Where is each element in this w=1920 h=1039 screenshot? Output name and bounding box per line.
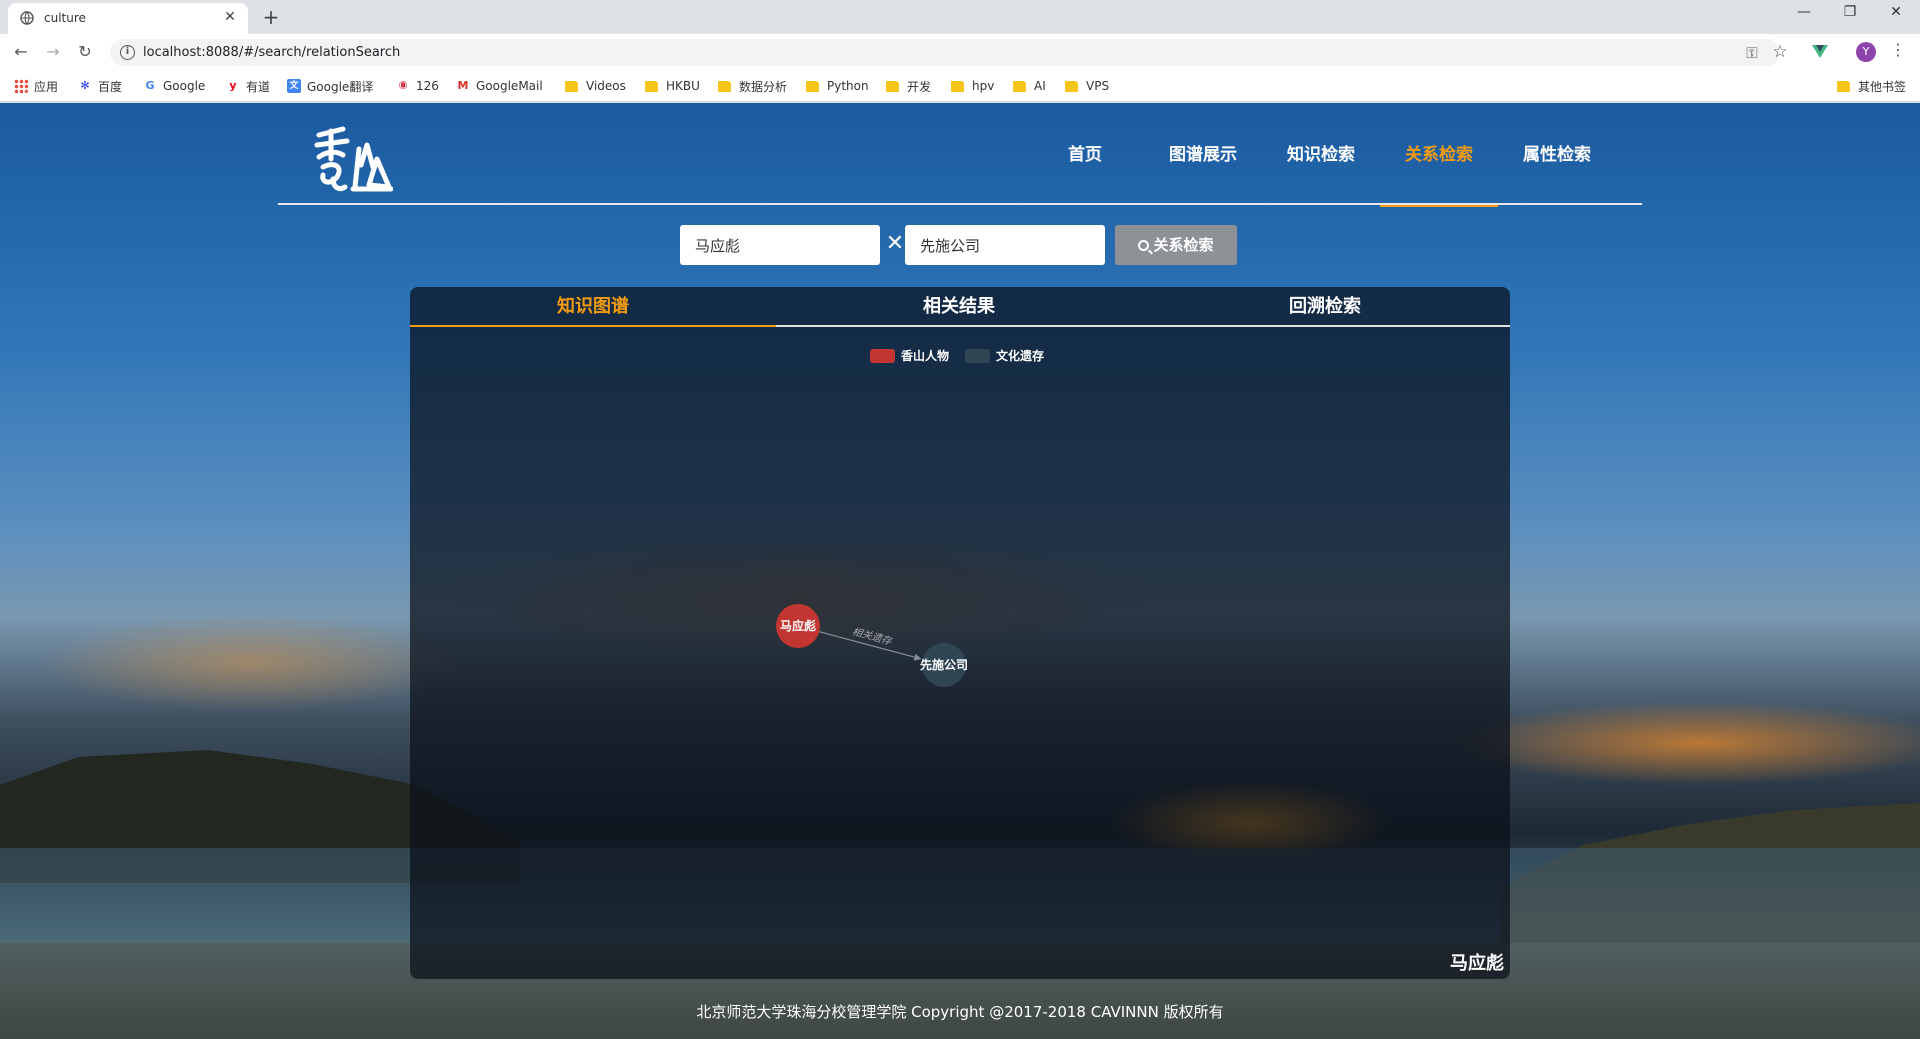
window-close-icon[interactable]: ✕ <box>1884 4 1908 20</box>
folder-icon <box>1013 80 1026 92</box>
nav-attribute-search[interactable]: 属性检索 <box>1498 103 1616 205</box>
bookmark-apps[interactable]: 应用 <box>14 77 58 95</box>
legend-swatch-heritage <box>965 348 991 363</box>
legend-item-person[interactable]: 香山人物 <box>870 347 949 364</box>
legend-swatch-person <box>870 348 895 363</box>
relation-search-button[interactable]: 关系检索 <box>1115 225 1237 265</box>
baidu-paw-icon: ✻ <box>80 79 90 92</box>
tab-title: culture <box>44 11 86 25</box>
forward-arrow-icon[interactable]: → <box>42 42 64 62</box>
graph-edge-label: 相关遗存 <box>851 626 895 648</box>
folder-icon <box>645 80 658 92</box>
bookmark-baidu[interactable]: ✻ 百度 <box>78 77 122 95</box>
entity-a-input[interactable] <box>680 225 880 265</box>
result-panel: 知识图谱 相关结果 回溯检索 相关遗存 马应彪 先施公司 香山人物 文化遗存 马… <box>410 287 1510 979</box>
site-info-icon[interactable]: i <box>120 45 135 60</box>
nav-graph-display[interactable]: 图谱展示 <box>1144 103 1262 205</box>
bookmark-folder-vps[interactable]: VPS <box>1065 77 1109 95</box>
bookmark-google[interactable]: G Google <box>143 77 205 95</box>
graph-node-heritage-label: 先施公司 <box>920 657 968 672</box>
result-tabs: 知识图谱 相关结果 回溯检索 <box>410 287 1510 327</box>
new-tab-icon[interactable]: + <box>260 5 282 29</box>
tab-backtrack-search[interactable]: 回溯检索 <box>1142 287 1508 325</box>
126-mail-icon: ⑧ <box>398 79 408 92</box>
reload-icon[interactable]: ↻ <box>74 42 96 62</box>
site-logo[interactable] <box>313 125 394 195</box>
graph-legend: 香山人物 文化遗存 <box>870 347 1060 364</box>
folder-icon <box>886 80 899 92</box>
nav-knowledge-search[interactable]: 知识检索 <box>1262 103 1380 205</box>
gmail-icon: M <box>457 79 469 92</box>
bookmark-folder-ai[interactable]: AI <box>1013 77 1046 95</box>
swap-separator-icon: ✕ <box>885 231 905 256</box>
browser-tabstrip: culture ✕ + — ❐ ✕ <box>0 0 1920 34</box>
bookmark-folder-hpv[interactable]: hpv <box>951 77 994 95</box>
site-footer: 北京师范大学珠海分校管理学院 Copyright @2017-2018 CAVI… <box>696 1003 1224 1021</box>
xiangshan-logo-icon <box>314 126 394 192</box>
page-background: 首页 图谱展示 知识检索 关系检索 属性检索 ✕ 关系检索 知识图谱 相关结果 … <box>0 103 1920 1039</box>
entity-b-input[interactable] <box>905 225 1105 265</box>
password-key-icon[interactable]: ⚿ <box>1742 44 1762 62</box>
bookmark-folder-python[interactable]: Python <box>806 77 869 95</box>
nav-home[interactable]: 首页 <box>1026 103 1144 205</box>
browser-menu-icon[interactable]: ⋮ <box>1890 40 1906 59</box>
address-bar[interactable]: i localhost:8088/#/search/relationSearch… <box>110 39 1788 66</box>
restore-icon[interactable]: ❐ <box>1838 4 1862 20</box>
knowledge-graph-canvas[interactable]: 相关遗存 马应彪 先施公司 <box>410 327 1510 979</box>
bookmark-google-translate[interactable]: 文 Google翻译 <box>287 77 373 95</box>
bookmark-126[interactable]: ⑧ 126 <box>396 77 439 95</box>
browser-toolbar: ← → ↻ i localhost:8088/#/search/relation… <box>0 34 1920 70</box>
google-translate-icon: 文 <box>287 79 301 93</box>
legend-item-heritage[interactable]: 文化遗存 <box>965 347 1044 364</box>
folder-icon <box>718 80 731 92</box>
google-g-icon: G <box>145 79 155 92</box>
bookmark-other[interactable]: 其他书签 <box>1837 77 1906 95</box>
vue-devtools-icon[interactable] <box>1811 42 1829 60</box>
bookmark-gmail[interactable]: M GoogleMail <box>456 77 543 95</box>
browser-tab[interactable]: culture ✕ <box>8 3 248 34</box>
graph-node-person-label: 马应彪 <box>780 618 816 633</box>
bookmarks-bar: 应用 ✻ 百度 G Google y 有道 文 Google翻译 ⑧ 126 M… <box>0 70 1920 102</box>
folder-icon <box>951 80 964 92</box>
bookmark-star-icon[interactable]: ☆ <box>1770 42 1790 62</box>
nav-relation-search[interactable]: 关系检索 <box>1380 103 1498 207</box>
bookmark-folder-dev[interactable]: 开发 <box>886 77 931 95</box>
bookmark-folder-data-analysis[interactable]: 数据分析 <box>718 77 787 95</box>
tab-knowledge-graph[interactable]: 知识图谱 <box>410 287 776 327</box>
bookmark-folder-videos[interactable]: Videos <box>565 77 626 95</box>
minimize-icon[interactable]: — <box>1792 4 1816 20</box>
tab-close-icon[interactable]: ✕ <box>222 9 238 25</box>
youdao-icon: y <box>229 79 237 92</box>
back-arrow-icon[interactable]: ← <box>10 42 32 62</box>
url-text[interactable]: localhost:8088/#/search/relationSearch <box>143 45 400 60</box>
folder-icon <box>806 80 819 92</box>
search-icon <box>1138 240 1150 251</box>
globe-icon <box>20 11 34 25</box>
folder-icon <box>1837 80 1850 92</box>
profile-avatar[interactable]: Y <box>1856 42 1876 62</box>
main-nav: 首页 图谱展示 知识检索 关系检索 属性检索 <box>1026 103 1616 207</box>
folder-icon <box>1065 80 1078 92</box>
apps-grid-icon <box>14 79 28 93</box>
tab-related-results[interactable]: 相关结果 <box>776 287 1142 325</box>
site-header: 首页 图谱展示 知识检索 关系检索 属性检索 <box>278 103 1642 207</box>
bookmark-folder-hkbu[interactable]: HKBU <box>645 77 700 95</box>
folder-icon <box>565 80 578 92</box>
current-entity-label: 马应彪 <box>1450 953 1504 974</box>
bookmark-youdao[interactable]: y 有道 <box>226 77 270 95</box>
